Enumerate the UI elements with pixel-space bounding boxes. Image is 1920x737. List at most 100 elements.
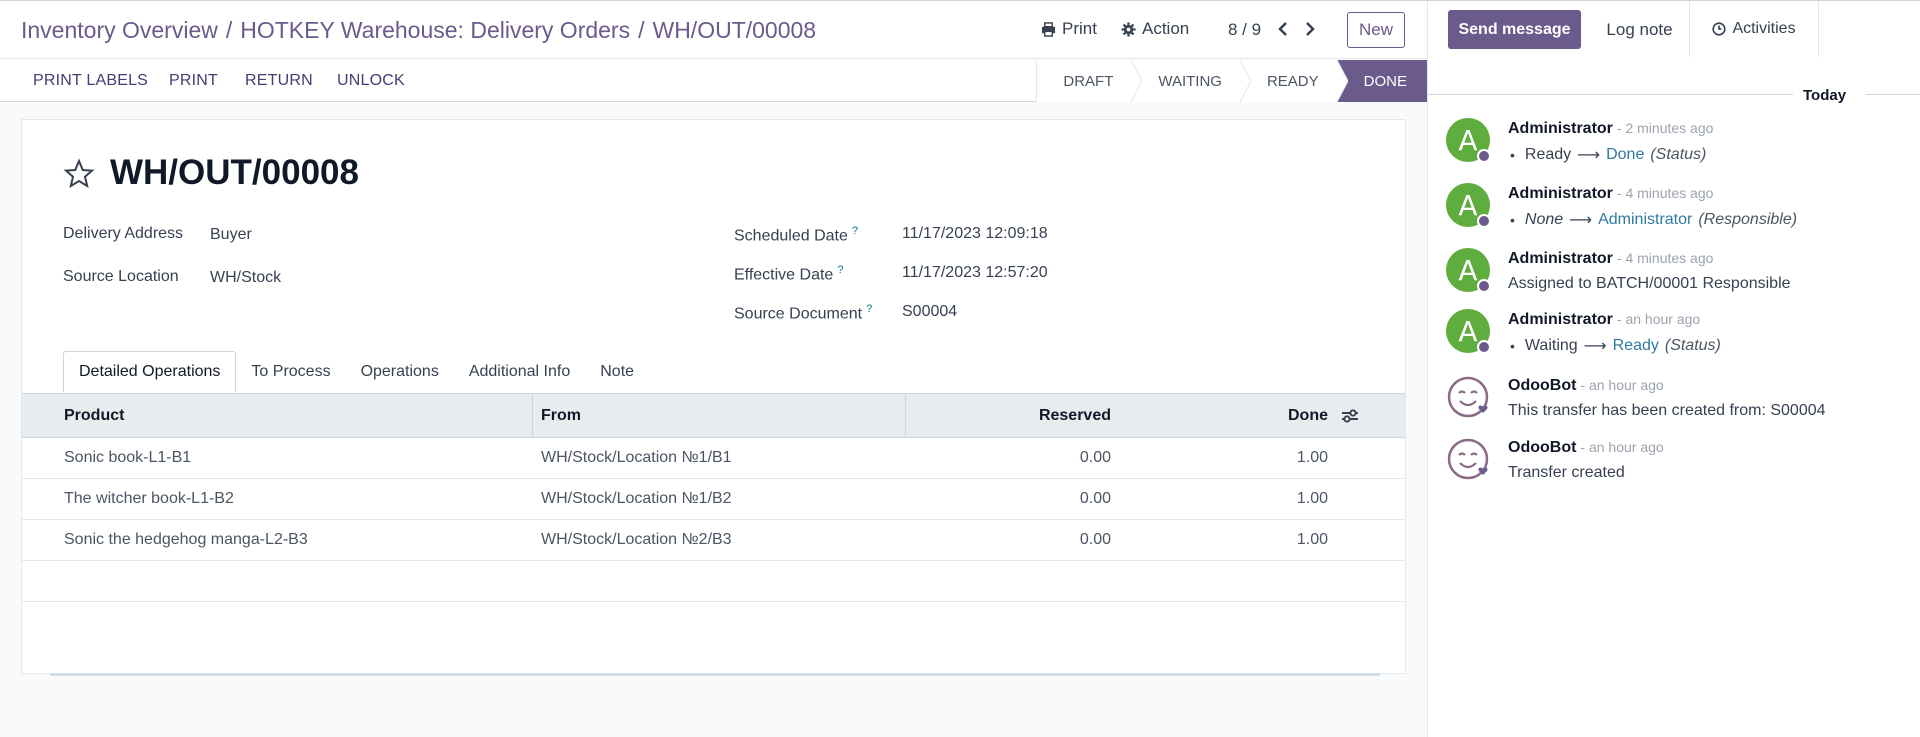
presence-indicator <box>1477 214 1491 228</box>
table-row[interactable]: Sonic book-L1-B1 WH/Stock/Location №1/B1… <box>22 438 1405 479</box>
cell-reserved: 0.00 <box>1079 531 1111 548</box>
cell-product: The witcher book-L1-B2 <box>64 490 234 507</box>
tab-note[interactable]: Note <box>585 351 649 393</box>
message-header: OdooBot - an hour ago <box>1508 377 1664 395</box>
breadcrumb-separator: / <box>225 17 233 43</box>
new-value: Ready <box>1612 337 1659 354</box>
table-row[interactable]: The witcher book-L1-B2 WH/Stock/Location… <box>22 479 1405 520</box>
stage-arrow-shape <box>1239 60 1251 102</box>
activities-button[interactable]: Activities <box>1689 1 1819 57</box>
chatter-message: OdooBot - an hour ago This transfer has b… <box>1446 375 1916 425</box>
tab-additional-info[interactable]: Additional Info <box>454 351 585 393</box>
action-menu-button[interactable]: Action <box>1121 19 1189 39</box>
arrow-right-icon: ⟶ <box>1583 338 1607 355</box>
stage-pipeline: DRAFT WAITING READY DONE <box>1036 60 1427 102</box>
chatter-message: OdooBot - an hour ago Transfer created <box>1446 437 1916 487</box>
stage-label: WAITING <box>1158 72 1222 90</box>
presence-indicator <box>1477 149 1491 163</box>
field-name: (Responsible) <box>1698 211 1798 228</box>
print-menu-button[interactable]: Print <box>1041 19 1097 39</box>
breadcrumb-inventory-overview[interactable]: Inventory Overview <box>21 17 218 43</box>
stage-arrow-shape <box>1336 60 1348 102</box>
tab-to-process[interactable]: To Process <box>236 351 345 393</box>
help-icon[interactable]: ? <box>852 225 858 237</box>
message-header: OdooBot - an hour ago <box>1508 439 1664 457</box>
column-from[interactable]: From <box>532 393 905 438</box>
separator-line <box>1428 94 1793 95</box>
date-separator-label: Today <box>1803 87 1847 104</box>
message-text: Assigned to BATCH/00001 Responsible <box>1508 275 1791 292</box>
print-button[interactable]: PRINT <box>169 72 218 90</box>
cell-from: WH/Stock/Location №1/B2 <box>541 490 732 507</box>
stage-label: READY <box>1266 72 1319 90</box>
scheduled-date-label: Scheduled Date? <box>734 225 858 245</box>
stage-ready[interactable]: READY <box>1239 60 1348 102</box>
help-icon[interactable]: ? <box>837 264 843 276</box>
stage-draft[interactable]: DRAFT <box>1036 60 1143 102</box>
effective-date-value: 11/17/2023 12:57:20 <box>902 264 1048 281</box>
source-location-value[interactable]: WH/Stock <box>210 269 281 287</box>
column-reserved[interactable]: Reserved <box>905 393 1117 438</box>
star-icon[interactable] <box>63 158 95 190</box>
chevron-right-icon[interactable] <box>1301 18 1319 40</box>
effective-date-label: Effective Date? <box>734 264 843 284</box>
scheduled-date-value: 11/17/2023 12:09:18 <box>902 225 1048 242</box>
delivery-address-label: Delivery Address <box>63 225 184 242</box>
send-message-button[interactable]: Send message <box>1448 10 1581 49</box>
field-name: (Status) <box>1664 337 1721 354</box>
source-document-label: Source Document? <box>734 303 872 323</box>
tab-operations[interactable]: Operations <box>346 351 454 393</box>
separator-line <box>1866 94 1920 95</box>
stage-label: DRAFT <box>1063 72 1114 90</box>
message-time: - 4 minutes ago <box>1616 185 1714 201</box>
odoobot-avatar-icon[interactable] <box>1446 437 1490 481</box>
status-bar: PRINT LABELS PRINT RETURN UNLOCK DRAFT W… <box>0 60 1427 102</box>
action-menu-label: Action <box>1142 19 1190 38</box>
chatter-message: A Administrator - 2 minutes ago • Ready ⟶… <box>1446 118 1916 168</box>
cell-product: Sonic book-L1-B1 <box>64 449 192 466</box>
control-panel: Inventory Overview / HOTKEY Warehouse: Del… <box>0 1 1427 59</box>
tracking-change: • None ⟶ Administrator (Responsible) <box>1508 210 1797 230</box>
operations-table: Product From Reserved Done Sonic book-L1… <box>22 393 1405 602</box>
pager-value[interactable]: 8 / 9 <box>1228 20 1261 40</box>
stage-waiting[interactable]: WAITING <box>1131 60 1251 102</box>
message-author[interactable]: OdooBot <box>1508 439 1576 456</box>
cell-from: WH/Stock/Location №2/B3 <box>541 531 732 548</box>
message-author[interactable]: OdooBot <box>1508 377 1576 394</box>
log-note-button[interactable]: Log note <box>1591 10 1688 49</box>
notebook-tabs: Detailed Operations To Process Operation… <box>63 351 649 393</box>
optional-columns-toggle[interactable] <box>1328 408 1372 424</box>
help-icon[interactable]: ? <box>866 303 872 315</box>
presence-indicator <box>1477 279 1491 293</box>
print-labels-button[interactable]: PRINT LABELS <box>33 72 148 90</box>
message-author[interactable]: Administrator <box>1508 311 1613 328</box>
table-header: Product From Reserved Done <box>22 393 1405 438</box>
new-button[interactable]: New <box>1347 12 1405 48</box>
form-sheet: WH/OUT/00008 Delivery Address Buyer Sour… <box>21 119 1406 676</box>
message-author[interactable]: Administrator <box>1508 120 1613 137</box>
empty-row <box>22 561 1405 602</box>
message-header: Administrator - 2 minutes ago <box>1508 120 1713 138</box>
column-done[interactable]: Done <box>1117 407 1328 425</box>
delivery-address-value[interactable]: Buyer <box>210 226 252 244</box>
return-button[interactable]: RETURN <box>245 72 313 90</box>
unlock-button[interactable]: UNLOCK <box>337 72 405 90</box>
breadcrumb-delivery-orders[interactable]: HOTKEY Warehouse: Delivery Orders <box>240 17 630 43</box>
date-separator: Today <box>1428 85 1920 105</box>
sliders-icon <box>1342 408 1358 423</box>
column-product[interactable]: Product <box>22 407 532 425</box>
stage-done[interactable]: DONE <box>1336 60 1427 102</box>
message-author[interactable]: Administrator <box>1508 185 1613 202</box>
chatter-panel: Send message Log note Activities Today A… <box>1427 1 1920 737</box>
chevron-left-icon[interactable] <box>1274 18 1292 40</box>
tab-detailed-operations[interactable]: Detailed Operations <box>63 351 237 393</box>
message-author[interactable]: Administrator <box>1508 250 1613 267</box>
breadcrumb-current: WH/OUT/00008 <box>652 17 817 43</box>
table-row[interactable]: Sonic the hedgehog manga-L2-B3 WH/Stock/… <box>22 520 1405 561</box>
effective-date-label-text: Effective Date <box>734 266 834 284</box>
printer-icon <box>1041 21 1056 37</box>
odoobot-avatar-icon[interactable] <box>1446 375 1490 419</box>
horizontal-scrollbar[interactable] <box>50 673 1380 676</box>
message-time: - an hour ago <box>1616 311 1701 327</box>
breadcrumb: Inventory Overview / HOTKEY Warehouse: Del… <box>21 17 816 44</box>
